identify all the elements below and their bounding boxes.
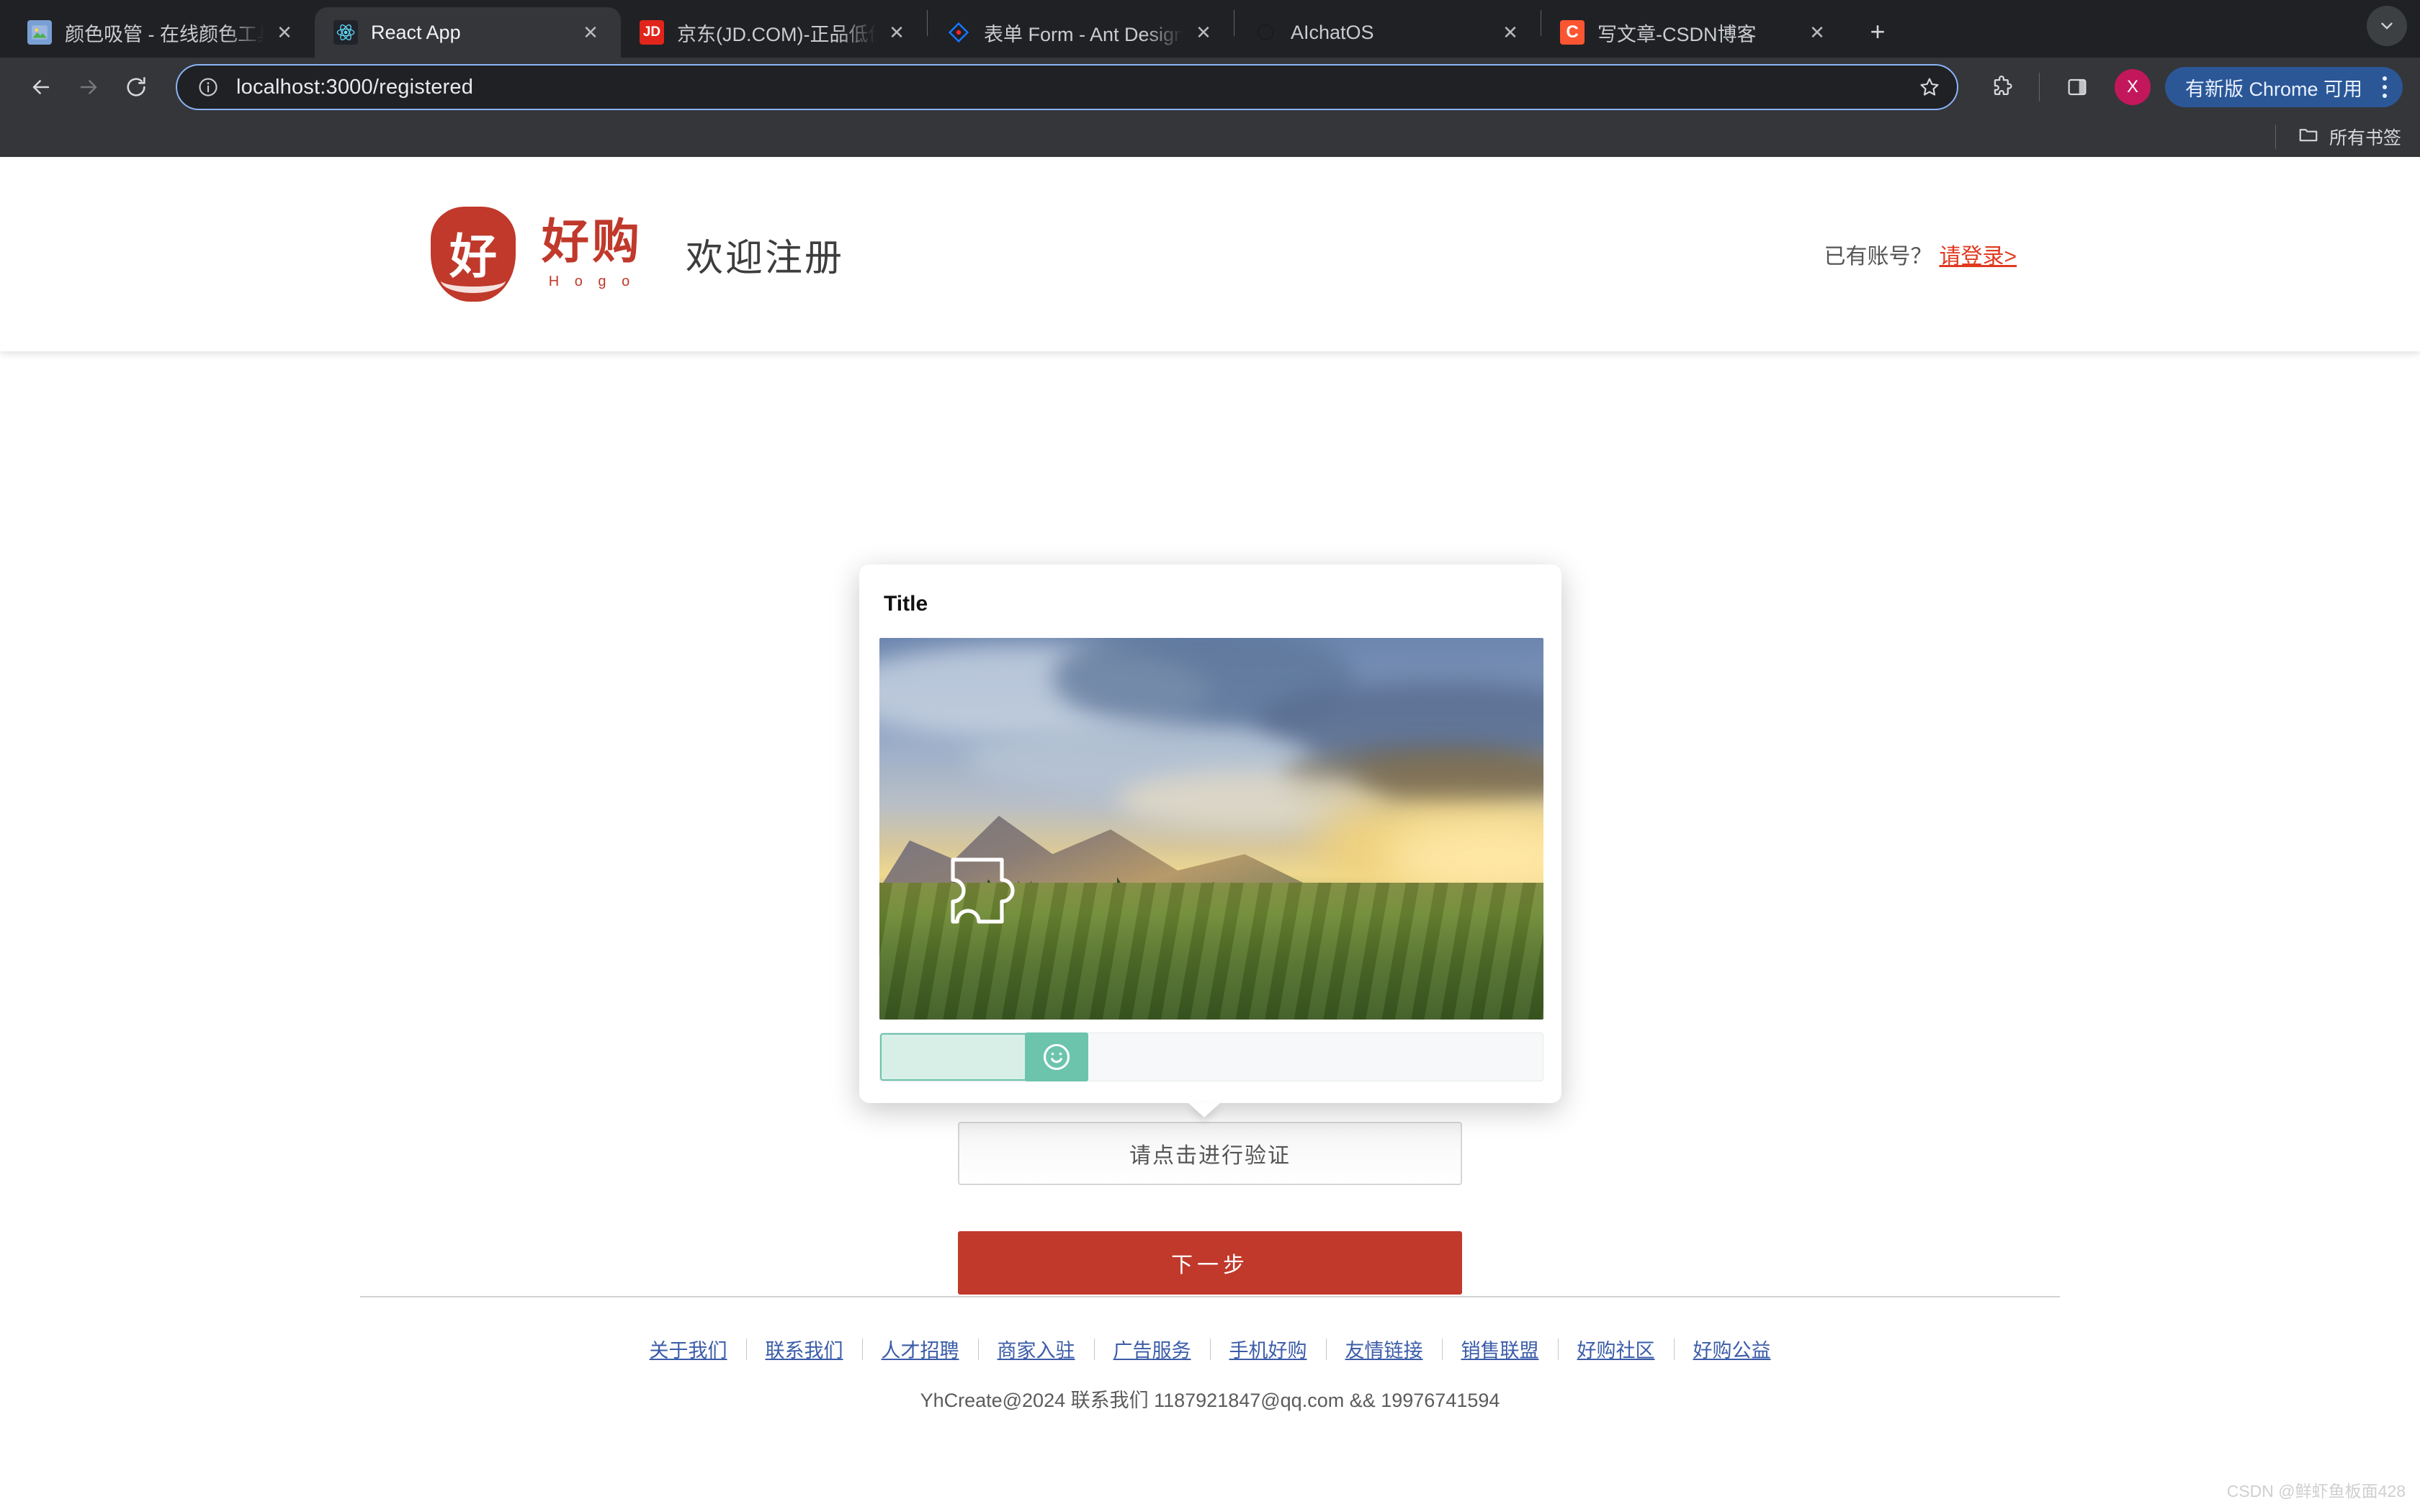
all-bookmarks-button[interactable]: 所有书签 (2298, 124, 2401, 150)
address-bar[interactable]: localhost:3000/registered (176, 64, 1958, 110)
bookmarks-bar: 所有书签 (0, 117, 2420, 157)
smiley-face-icon (1041, 1041, 1072, 1073)
chrome-update-button[interactable]: 有新版 Chrome 可用 (2165, 67, 2403, 107)
browser-tab-3[interactable]: 表单 Form - Ant Design ✕ (928, 7, 1234, 58)
tab-title: 表单 Form - Ant Design (984, 19, 1183, 47)
browser-window: 颜色吸管 - 在线颜色工具 - Pho ✕ React App ✕ JD 京东(… (0, 0, 2420, 1512)
chrome-menu-icon[interactable] (2377, 76, 2393, 98)
footer-link-4[interactable]: 广告服务 (1095, 1335, 1210, 1363)
login-link[interactable]: 请登录> (1939, 245, 2017, 269)
browser-toolbar: localhost:3000/registered X 有新版 Chrome 可… (0, 58, 2420, 117)
browser-tab-1[interactable]: React App ✕ (315, 7, 621, 58)
ant-design-icon (946, 20, 971, 45)
tab-close-icon[interactable]: ✕ (578, 19, 604, 45)
captcha-slider-fill (880, 1033, 1026, 1081)
browser-tab-2[interactable]: JD 京东(JD.COM)-正品低价、品质 ✕ (621, 7, 927, 58)
back-button[interactable] (17, 63, 65, 111)
brand-block: 好购 H o g o (542, 219, 642, 290)
tab-close-icon[interactable]: ✕ (1804, 19, 1830, 45)
footer-link-1[interactable]: 联系我们 (747, 1335, 862, 1363)
next-step-button[interactable]: 下一步 (958, 1231, 1462, 1295)
brand-subtitle: H o g o (549, 274, 635, 290)
page-title: 欢迎注册 (686, 228, 844, 282)
url-text[interactable]: localhost:3000/registered (236, 76, 1914, 99)
tabstrip-right-controls (2367, 6, 2420, 58)
footer-links: 关于我们 联系我们 人才招聘 商家入驻 广告服务 手机好购 友情链接 销售联盟 … (0, 1335, 2420, 1363)
footer-link-9[interactable]: 好购公益 (1675, 1335, 1790, 1363)
browser-tab-4[interactable]: AIchatOS ✕ (1234, 7, 1541, 58)
forward-button[interactable] (65, 63, 112, 111)
csdn-icon: C (1560, 20, 1585, 45)
footer-link-6[interactable]: 友情链接 (1327, 1335, 1442, 1363)
tab-title: AIchatOS (1291, 22, 1490, 44)
page-content: 好 好购 H o g o 欢迎注册 已有账号？ 请登录> 请点击进行验证 下一步 … (0, 157, 2420, 1512)
footer-link-8[interactable]: 好购社区 (1559, 1335, 1674, 1363)
update-label: 有新版 Chrome 可用 (2185, 73, 2362, 102)
reload-button[interactable] (112, 63, 160, 111)
tab-title: 颜色吸管 - 在线颜色工具 - Pho (65, 19, 264, 47)
tab-close-icon[interactable]: ✕ (272, 19, 297, 45)
site-info-icon[interactable] (196, 75, 220, 99)
openai-icon (1253, 20, 1278, 45)
captcha-slider-handle[interactable] (1025, 1032, 1088, 1081)
captcha-image (879, 638, 1543, 1020)
captcha-popover: Title (859, 564, 1561, 1103)
tab-title: 京东(JD.COM)-正品低价、品质 (677, 19, 877, 47)
tab-strip: 颜色吸管 - 在线颜色工具 - Pho ✕ React App ✕ JD 京东(… (0, 0, 2420, 58)
all-bookmarks-label: 所有书签 (2329, 124, 2401, 150)
site-footer: 关于我们 联系我们 人才招聘 商家入驻 广告服务 手机好购 友情链接 销售联盟 … (0, 1296, 2420, 1512)
footer-divider (360, 1296, 2060, 1297)
site-header: 好 好购 H o g o 欢迎注册 已有账号？ 请登录> (0, 157, 2420, 351)
tab-title: React App (371, 22, 570, 44)
footer-link-0[interactable]: 关于我们 (631, 1335, 746, 1363)
react-icon (333, 20, 358, 45)
bookmarks-divider (2275, 125, 2276, 149)
extensions-icon[interactable] (1981, 67, 2022, 107)
registration-content: 请点击进行验证 下一步 Title (0, 351, 2420, 1309)
image-icon (27, 20, 52, 45)
toolbar-divider (2039, 73, 2040, 102)
captcha-title: Title (884, 592, 1541, 616)
puzzle-piece-icon (944, 854, 1009, 919)
tab-close-icon[interactable]: ✕ (884, 19, 910, 45)
browser-tab-5[interactable]: C 写文章-CSDN博客 ✕ (1541, 7, 1847, 58)
side-panel-icon[interactable] (2057, 67, 2097, 107)
folder-icon (2298, 124, 2319, 150)
footer-link-5[interactable]: 手机好购 (1211, 1335, 1326, 1363)
watermark: CSDN @鲜虾鱼板面428 (2227, 1477, 2406, 1502)
footer-link-3[interactable]: 商家入驻 (979, 1335, 1094, 1363)
bookmark-star-icon[interactable] (1914, 71, 1945, 103)
captcha-trigger[interactable]: 请点击进行验证 (958, 1122, 1462, 1185)
footer-link-2[interactable]: 人才招聘 (863, 1335, 978, 1363)
popover-caret-icon (1188, 1103, 1220, 1117)
tab-search-chevron-icon[interactable] (2367, 6, 2407, 46)
footer-link-7[interactable]: 销售联盟 (1443, 1335, 1558, 1363)
profile-avatar[interactable]: X (2115, 69, 2151, 105)
new-tab-button[interactable]: + (1857, 12, 1898, 52)
captcha-slider-track[interactable] (879, 1032, 1543, 1081)
footer-copyright: YhCreate@2024 联系我们 1187921847@qq.com && … (0, 1385, 2420, 1413)
tab-title: 写文章-CSDN博客 (1597, 19, 1797, 47)
brand-name: 好购 (542, 219, 642, 266)
have-account-text: 已有账号？ 请登录> (1824, 238, 2017, 270)
site-logo[interactable]: 好 好购 H o g o (431, 207, 642, 302)
have-account-label: 已有账号？ (1824, 245, 1932, 269)
browser-tab-0[interactable]: 颜色吸管 - 在线颜色工具 - Pho ✕ (9, 7, 315, 58)
tab-close-icon[interactable]: ✕ (1191, 19, 1216, 45)
jd-icon: JD (640, 20, 664, 45)
tab-close-icon[interactable]: ✕ (1497, 19, 1523, 45)
logo-seal-icon: 好 (431, 207, 516, 302)
